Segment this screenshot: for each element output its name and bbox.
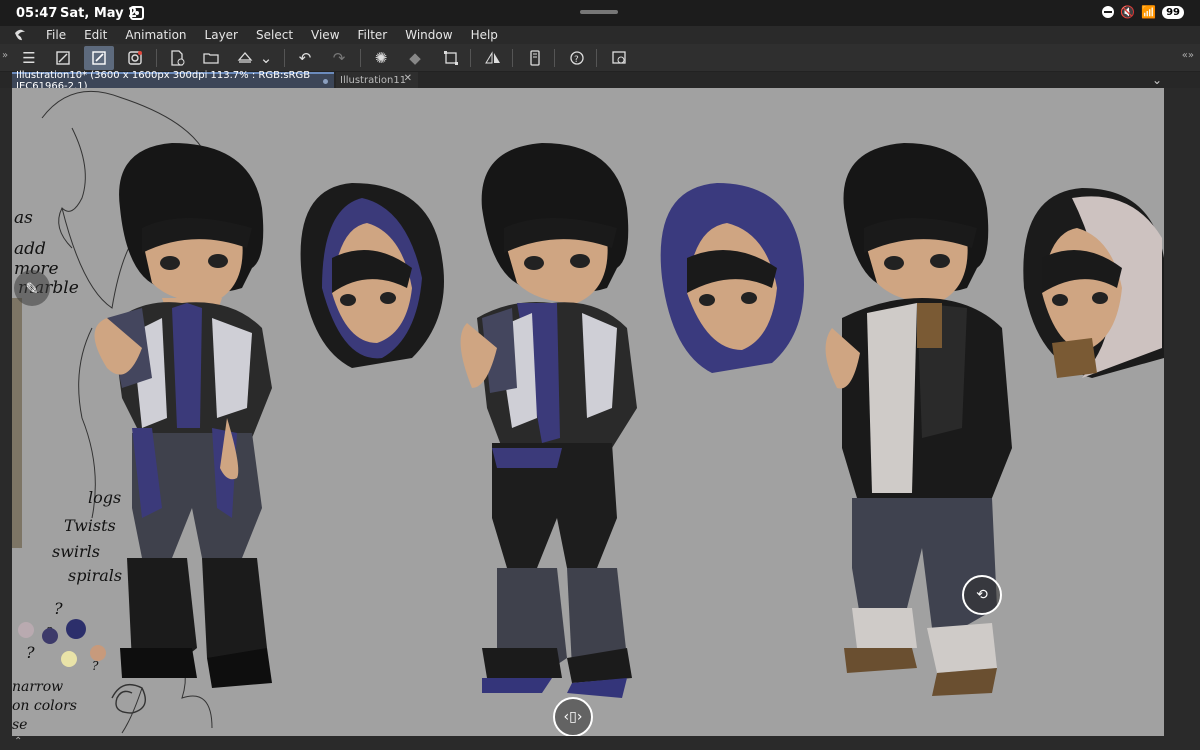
toolbar-separator (470, 49, 471, 67)
menu-file[interactable]: File (46, 28, 66, 42)
character-1 (94, 143, 272, 688)
loading-spinner-icon[interactable]: ✺ (366, 46, 396, 70)
pencil-tool-icon[interactable]: ✎ (14, 270, 50, 306)
flip-horizontal-icon[interactable] (478, 46, 508, 70)
note-on-colors: on colors (12, 698, 77, 714)
note-spirals: spirals (68, 566, 122, 585)
left-panel-edge (0, 88, 12, 750)
status-time: 05:47 (16, 6, 58, 21)
toolbar-separator (596, 49, 597, 67)
menu-edit[interactable]: Edit (84, 28, 107, 42)
note-twists: Twists (64, 516, 116, 535)
fit-canvas-icon[interactable] (48, 46, 78, 70)
smartphone-icon[interactable] (520, 46, 550, 70)
rotate-canvas-icon[interactable]: ⟲ (962, 575, 1002, 615)
status-date: Sat, May 2 (60, 6, 138, 21)
tab-label: Illustration11 (340, 74, 407, 86)
toolbar-separator (360, 49, 361, 67)
app-window: 05:47 Sat, May 2 🔇 📶 99 File Edit Animat… (0, 0, 1200, 750)
note-as: as (14, 208, 33, 228)
close-tab-icon[interactable]: ✕ (404, 73, 412, 84)
system-status-bar: 05:47 Sat, May 2 🔇 📶 99 (0, 0, 1200, 26)
menu-select[interactable]: Select (256, 28, 293, 42)
transform-icon[interactable] (436, 46, 466, 70)
toolbar-separator (554, 49, 555, 67)
do-not-disturb-icon (1102, 6, 1115, 18)
toolbar-separator (156, 49, 157, 67)
expand-bottom-icon[interactable]: ⌃ (14, 736, 22, 747)
menu-animation[interactable]: Animation (125, 28, 186, 42)
bottom-panel-edge: ⌃ (0, 736, 1200, 750)
artwork: as add more marble logs Twists swirls sp… (12, 90, 1164, 734)
edit-mode-icon[interactable] (84, 46, 114, 70)
note-question-4: ? (92, 659, 99, 673)
collapse-right-icon[interactable]: «» (1182, 50, 1194, 61)
menu-layer[interactable]: Layer (205, 28, 238, 42)
note-add: add (14, 239, 46, 259)
search-window-icon[interactable] (604, 46, 634, 70)
note-narrow: narrow (12, 679, 63, 695)
note-swirls: swirls (52, 542, 100, 561)
command-bar: » ☰ ⌄ ↶ ↷ ✺ ◆ ? «» (0, 44, 1200, 72)
menu-window[interactable]: Window (405, 28, 452, 42)
tab-illustration10[interactable]: Illustration10* (3600 x 1600px 300dpi 11… (12, 70, 334, 92)
character-2 (460, 143, 637, 698)
help-icon[interactable]: ? (562, 46, 592, 70)
character-1-hood-head (300, 183, 444, 368)
screen-record-icon[interactable] (130, 6, 144, 20)
note-question-1: ? (54, 599, 63, 618)
battery-indicator: 99 (1162, 5, 1184, 19)
right-panel-edge (1164, 88, 1200, 750)
app-logo-icon[interactable] (12, 27, 28, 43)
split-view-handle-icon[interactable]: ‹▯› (553, 697, 593, 736)
drawing-canvas[interactable]: as add more marble logs Twists swirls sp… (12, 88, 1164, 736)
hamburger-menu-icon[interactable]: ☰ (14, 46, 44, 70)
character-2-hood-head (660, 183, 804, 373)
collapse-left-icon[interactable]: » (2, 50, 8, 61)
tabs-dropdown-chevron-icon[interactable]: ⌄ (1152, 73, 1162, 87)
note-question-2: ? (26, 643, 35, 662)
wifi-icon: 📶 (1141, 5, 1157, 19)
fill-icon[interactable]: ◆ (400, 46, 430, 70)
svg-text:?: ? (574, 55, 579, 65)
mute-icon: 🔇 (1120, 5, 1136, 19)
toolbar-separator (284, 49, 285, 67)
companion-mode-icon[interactable] (120, 46, 150, 70)
tab-illustration11[interactable]: Illustration11 ✕ (336, 72, 418, 88)
undo-icon[interactable]: ↶ (290, 46, 320, 70)
menu-view[interactable]: View (311, 28, 339, 42)
status-icons: 🔇 📶 99 (1102, 5, 1184, 19)
menu-help[interactable]: Help (471, 28, 498, 42)
document-tabs: Illustration10* (3600 x 1600px 300dpi 11… (0, 70, 1200, 92)
redo-icon[interactable]: ↷ (324, 46, 354, 70)
save-options-chevron-icon[interactable]: ⌄ (256, 46, 276, 70)
open-folder-icon[interactable] (196, 46, 226, 70)
character-3-hood-head (1023, 188, 1164, 378)
toolbar-separator (512, 49, 513, 67)
note-se: se (12, 717, 27, 733)
unsaved-dot-icon (323, 79, 328, 84)
new-file-icon[interactable] (162, 46, 192, 70)
menu-bar: File Edit Animation Layer Select View Fi… (0, 26, 1200, 44)
multitask-grabber[interactable] (580, 10, 618, 14)
menu-filter[interactable]: Filter (358, 28, 388, 42)
menu-list: File Edit Animation Layer Select View Fi… (46, 28, 498, 42)
note-logs: logs (88, 488, 121, 507)
